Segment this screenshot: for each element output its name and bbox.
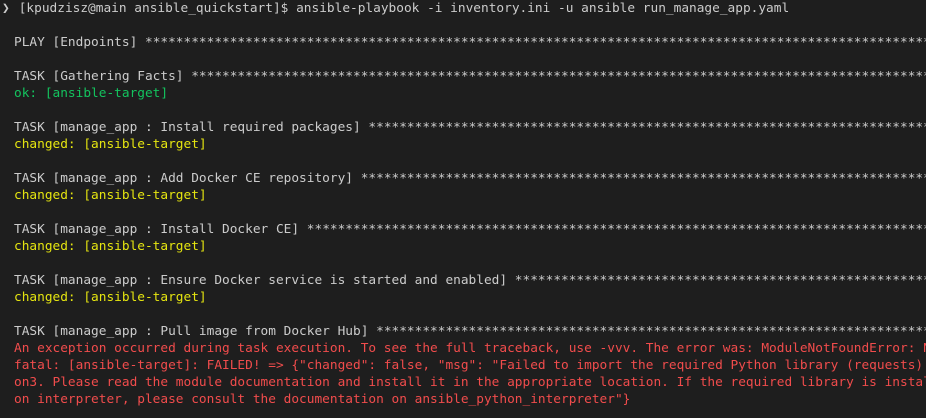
- task-header-label: TASK [manage_app : Add Docker CE reposit…: [14, 171, 361, 186]
- task-header: TASK [manage_app : Pull image from Docke…: [0, 323, 926, 340]
- task-header-label: TASK [manage_app : Ensure Docker service…: [14, 273, 515, 288]
- task-header-label: TASK [manage_app : Install required pack…: [14, 120, 369, 135]
- task-header-label: TASK [Gathering Facts]: [14, 69, 192, 84]
- task-header: TASK [Gathering Facts] *****************…: [0, 68, 926, 85]
- terminal-window[interactable]: ❯ [kpudzisz@main ansible_quickstart]$ an…: [0, 0, 926, 418]
- error-message-line: on3. Please read the module documentatio…: [14, 375, 926, 390]
- task-header-stars: ****************************************…: [191, 69, 926, 84]
- error-message-line: An exception occurred during task execut…: [14, 341, 926, 356]
- task-status-ok: ok: [ansible-target]: [14, 86, 169, 101]
- task-status-changed: changed: [ansible-target]: [14, 137, 207, 152]
- task-status-changed: changed: [ansible-target]: [14, 239, 207, 254]
- error-message-line: fatal: [ansible-target]: FAILED! => {"ch…: [14, 358, 924, 373]
- task-header-stars: ****************************************…: [376, 324, 926, 339]
- task-header-label: TASK [manage_app : Pull image from Docke…: [14, 324, 377, 339]
- task-header-stars: ****************************************…: [368, 120, 926, 135]
- task-status-changed: changed: [ansible-target]: [14, 188, 207, 203]
- task-header-label: TASK [manage_app : Install Docker CE]: [14, 222, 307, 237]
- play-header-stars: ****************************************…: [144, 35, 926, 50]
- task-header-stars: ****************************************…: [306, 222, 926, 237]
- task-header: TASK [manage_app : Ensure Docker service…: [0, 272, 926, 289]
- command-prompt-line: ❯ [kpudzisz@main ansible_quickstart]$ an…: [0, 0, 926, 17]
- task-header-stars: ****************************************…: [360, 171, 926, 186]
- prompt-command: ansible-playbook -i inventory.ini -u ans…: [296, 1, 790, 16]
- prompt-user-host: [kpudzisz@main ansible_quickstart]$: [18, 1, 289, 16]
- play-header: PLAY [Endpoints] ***********************…: [0, 34, 926, 51]
- task-header: TASK [manage_app : Install Docker CE] **…: [0, 221, 926, 238]
- task-header: TASK [manage_app : Add Docker CE reposit…: [0, 170, 926, 187]
- error-message-line: on interpreter, please consult the docum…: [14, 392, 631, 407]
- task-header: TASK [manage_app : Install required pack…: [0, 119, 926, 136]
- task-header-stars: ****************************************…: [514, 273, 926, 288]
- task-status-changed: changed: [ansible-target]: [14, 290, 207, 305]
- play-header-label: PLAY [Endpoints]: [14, 35, 145, 50]
- prompt-arrow-icon: ❯: [2, 1, 10, 16]
